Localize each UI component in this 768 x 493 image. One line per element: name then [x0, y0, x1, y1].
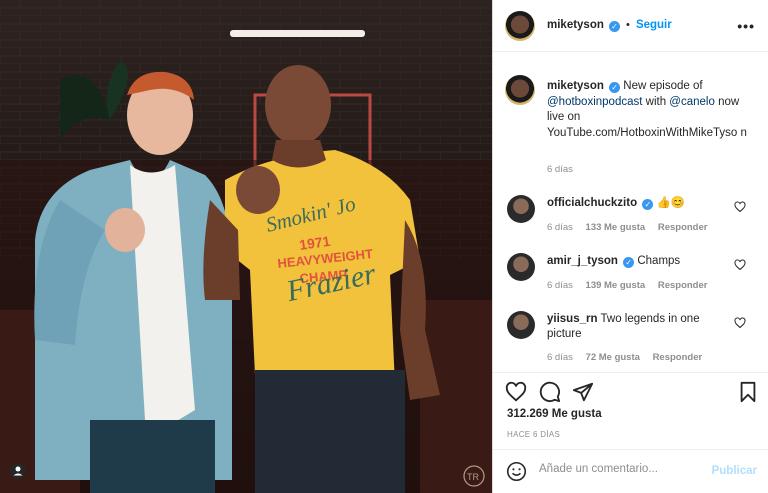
comment-username[interactable]: amir_j_tyson: [547, 255, 618, 267]
caption-text: New episode of: [623, 80, 703, 92]
post-photo-illustration: Smokin' Jo 1971 HEAVYWEIGHT CHAMP Frazie…: [0, 0, 492, 493]
comment-item: amir_j_tyson ✓ Champs: [547, 254, 737, 269]
add-comment-section: Publicar: [493, 449, 768, 493]
username[interactable]: miketyson: [547, 19, 604, 31]
comment-item: officialchuckzito ✓ 👍😊: [547, 196, 737, 211]
comment-meta: 6 días 133 Me gusta Responder: [547, 222, 717, 233]
comment-input[interactable]: [539, 463, 699, 475]
share-paper-plane-icon[interactable]: [572, 381, 594, 403]
caption-username[interactable]: miketyson: [547, 80, 604, 92]
reply-button[interactable]: Responder: [658, 280, 708, 291]
comment-meta: 6 días 72 Me gusta Responder: [547, 352, 712, 363]
caption-avatar[interactable]: [505, 75, 535, 105]
comment-username[interactable]: yiisus_rn: [547, 313, 598, 325]
comment-item: yiisus_rn Two legends in one picture: [547, 312, 717, 342]
verified-badge-icon: ✓: [609, 82, 621, 93]
post-photo[interactable]: Smokin' Jo 1971 HEAVYWEIGHT CHAMP Frazie…: [0, 0, 492, 493]
comment-meta: 6 días 139 Me gusta Responder: [547, 280, 717, 291]
comment-text: Champs: [637, 255, 681, 267]
post-side-panel: miketyson ✓ • Seguir ••• miketyson ✓ New…: [492, 0, 768, 493]
separator-dot: •: [626, 19, 630, 31]
comment-bubble-icon[interactable]: [539, 381, 561, 403]
user-tag-icon[interactable]: [10, 463, 26, 479]
post-header: miketyson ✓ • Seguir •••: [493, 0, 768, 52]
like-comment-heart-icon[interactable]: [734, 317, 746, 329]
comment-likes[interactable]: 133 Me gusta: [586, 222, 646, 233]
comment-time[interactable]: 6 días: [547, 222, 573, 233]
comment-avatar[interactable]: [507, 195, 535, 223]
reply-button[interactable]: Responder: [653, 352, 703, 363]
comment-avatar[interactable]: [507, 253, 535, 281]
like-heart-icon[interactable]: [505, 381, 527, 403]
comment-avatar[interactable]: [507, 311, 535, 339]
comment-time[interactable]: 6 días: [547, 352, 573, 363]
mention-link[interactable]: @hotboxinpodcast: [547, 96, 642, 108]
caption-text: with: [645, 95, 667, 108]
more-options-icon[interactable]: •••: [737, 18, 755, 34]
avatar[interactable]: [505, 11, 535, 41]
post-header-text: miketyson ✓ • Seguir: [547, 19, 672, 32]
like-comment-heart-icon[interactable]: [734, 201, 746, 213]
emoji-smiley-icon[interactable]: [506, 461, 527, 482]
verified-badge-icon: ✓: [608, 21, 620, 32]
reply-button[interactable]: Responder: [658, 222, 708, 233]
post-time-ago[interactable]: HACE 6 DÍAS: [507, 430, 560, 439]
like-comment-heart-icon[interactable]: [734, 259, 746, 271]
comment-likes[interactable]: 72 Me gusta: [586, 352, 640, 363]
likes-count[interactable]: 312.269 Me gusta: [507, 408, 602, 420]
post-caption: miketyson ✓ New episode of @hotboxinpodc…: [547, 79, 752, 141]
comment-username[interactable]: officialchuckzito: [547, 197, 637, 209]
save-bookmark-icon[interactable]: [737, 381, 759, 403]
mention-link[interactable]: @canelo: [669, 96, 715, 108]
follow-button[interactable]: Seguir: [636, 19, 672, 31]
publish-button[interactable]: Publicar: [712, 465, 757, 477]
comment-likes[interactable]: 139 Me gusta: [586, 280, 646, 291]
comment-time[interactable]: 6 días: [547, 280, 573, 291]
verified-badge-icon: ✓: [642, 199, 654, 210]
verified-badge-icon: ✓: [623, 257, 635, 268]
svg-text:TR: TR: [467, 472, 479, 482]
caption-time[interactable]: 6 días: [547, 164, 573, 175]
post-actions-bar: [493, 372, 768, 403]
comment-text: 👍😊: [656, 197, 686, 209]
